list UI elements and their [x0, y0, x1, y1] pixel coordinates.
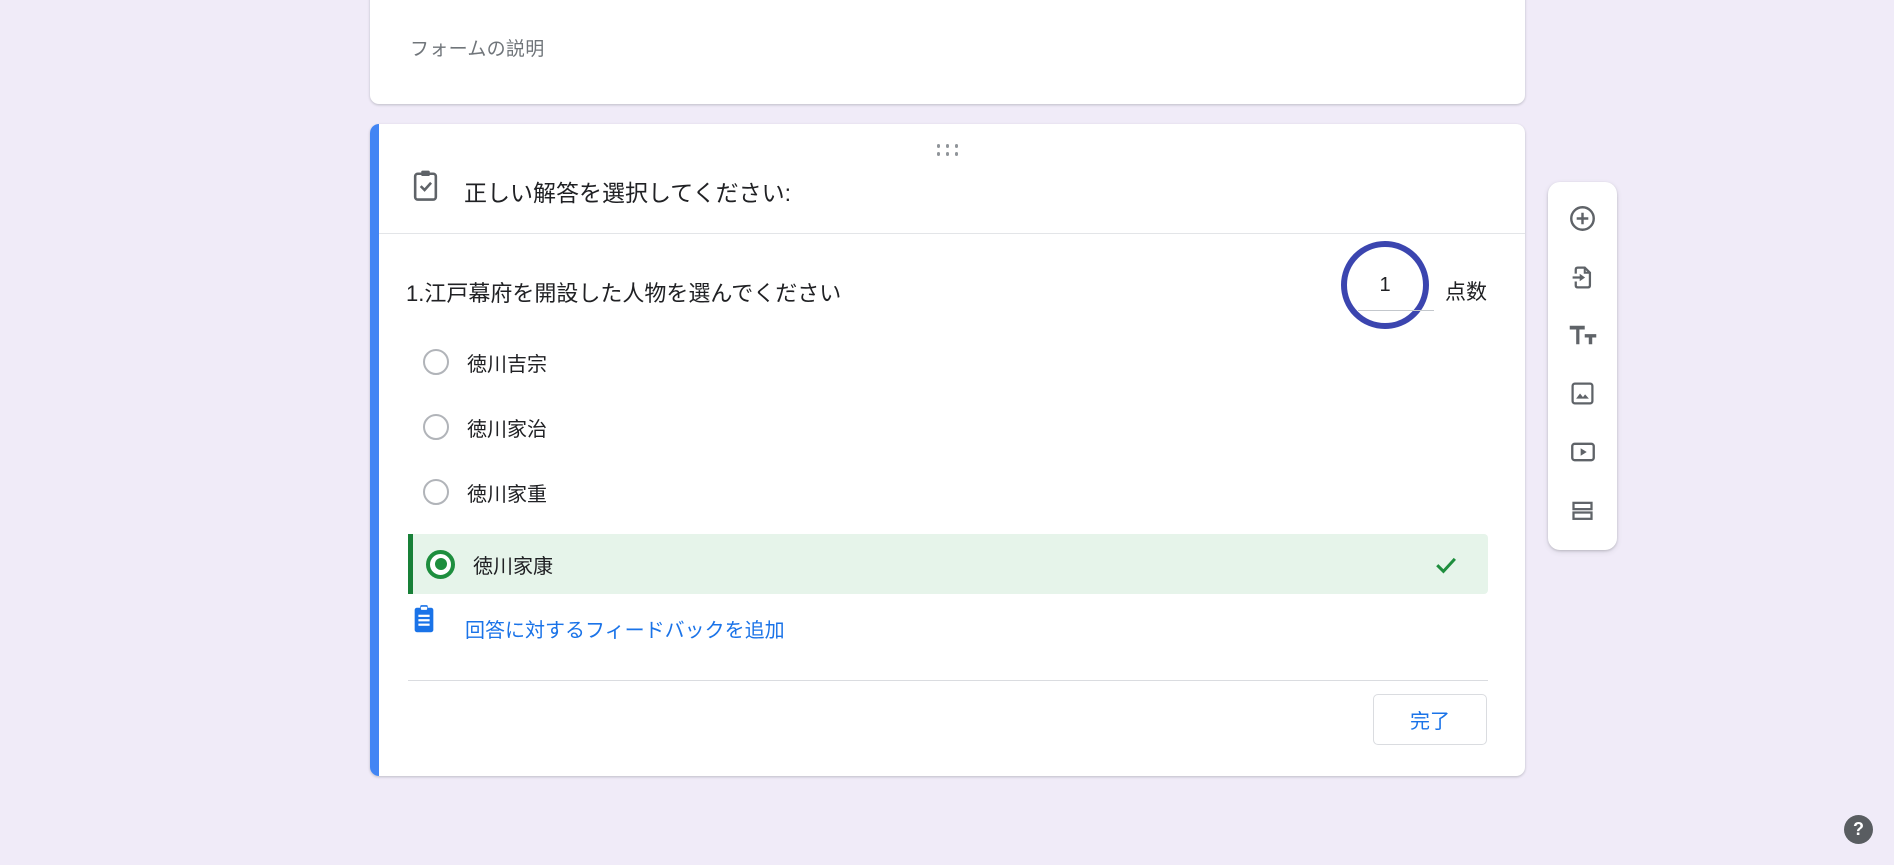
points-label: 点数 [1445, 276, 1487, 306]
feedback-clipboard-icon [410, 603, 438, 641]
add-title-button[interactable] [1563, 317, 1603, 357]
add-section-button[interactable] [1563, 492, 1603, 532]
points-input[interactable]: 1 [1379, 274, 1390, 297]
import-questions-icon [1569, 264, 1596, 294]
radio-unselected-icon[interactable] [423, 479, 449, 505]
drag-handle[interactable] [933, 140, 963, 160]
form-description-input[interactable]: フォームの説明 [410, 34, 545, 61]
add-image-button[interactable] [1563, 375, 1603, 415]
question-card: 正しい解答を選択してください: 1.江戸幕府を開設した人物を選んでください 1 … [370, 124, 1525, 776]
correct-answer-row[interactable]: 徳川家康 [408, 534, 1488, 594]
plus-circle-icon [1568, 204, 1597, 236]
section-icon [1569, 497, 1596, 527]
option-row[interactable]: 徳川家重 [423, 476, 547, 508]
side-toolbar [1548, 182, 1617, 550]
answer-key-title: 正しい解答を選択してください: [464, 174, 791, 208]
option-label: 徳川家重 [467, 478, 547, 507]
done-button[interactable]: 完了 [1373, 694, 1487, 745]
points-input-underline [1358, 310, 1434, 311]
add-feedback-link[interactable]: 回答に対するフィードバックを追加 [465, 614, 785, 643]
help-button[interactable]: ? [1844, 815, 1873, 844]
option-row[interactable]: 徳川家治 [423, 411, 547, 443]
option-row[interactable]: 徳川吉宗 [423, 346, 547, 378]
active-card-accent-bar [370, 124, 379, 776]
video-icon [1569, 438, 1597, 469]
radio-unselected-icon[interactable] [423, 349, 449, 375]
radio-unselected-icon[interactable] [423, 414, 449, 440]
text-Tt-icon [1568, 322, 1598, 351]
option-label: 徳川家康 [473, 550, 553, 579]
header-divider [379, 233, 1525, 234]
answer-key-clipboard-icon [410, 168, 441, 209]
image-icon [1569, 380, 1596, 410]
correct-checkmark-icon [1432, 550, 1460, 583]
form-description-card: フォームの説明 [370, 0, 1525, 104]
footer-divider [408, 680, 1488, 681]
question-text: 1.江戸幕府を開設した人物を選んでください [406, 276, 841, 308]
add-video-button[interactable] [1563, 433, 1603, 473]
add-question-button[interactable] [1563, 200, 1603, 240]
points-focus-circle: 1 [1341, 241, 1429, 329]
forms-edit-page: フォームの説明 正しい解答を選択してください: 1.江戸幕府を開設した人物を選ん… [0, 0, 1894, 865]
radio-selected-icon[interactable] [426, 550, 455, 579]
option-label: 徳川吉宗 [467, 348, 547, 377]
import-questions-button[interactable] [1563, 259, 1603, 299]
option-label: 徳川家治 [467, 413, 547, 442]
